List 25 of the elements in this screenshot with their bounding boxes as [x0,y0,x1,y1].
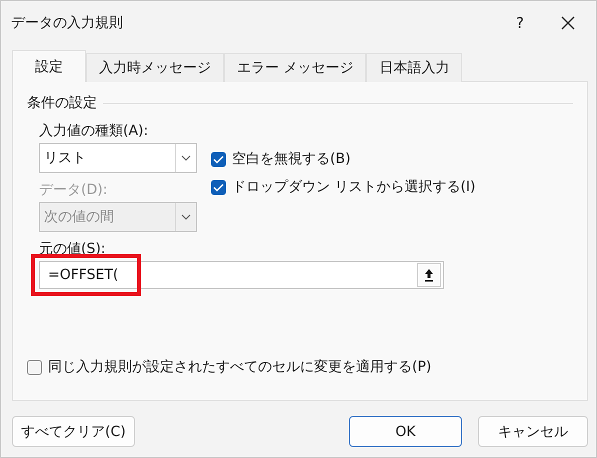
tab[interactable]: エラー メッセージ [224,53,366,82]
dialog-button[interactable]: キャンセル [478,416,588,447]
checkbox-label: 空白を無視する(B) [232,150,351,168]
checkbox[interactable] [27,360,42,374]
field-label: データ(D): [39,181,108,199]
tab[interactable]: 入力時メッセージ [86,53,224,82]
source-field[interactable]: =OFFSET( [39,261,444,289]
checkbox-label: 同じ入力規則が設定されたすべてのセルに変更を適用する(P) [48,358,432,376]
range-select-button[interactable] [417,263,441,287]
close-icon [561,16,575,30]
checkbox[interactable] [211,180,226,194]
help-button[interactable]: ? [500,14,540,32]
tab[interactable]: 設定 [12,50,86,82]
field-label: 入力値の種類(A): [39,122,150,140]
dialog-button[interactable]: すべてクリア(C) [12,416,135,447]
window-title: データの入力規則 [11,14,124,32]
checkbox-label: ドロップダウン リストから選択する(I) [232,178,476,196]
upload-arrow-icon [424,268,434,282]
ok-button[interactable]: OK [349,416,462,447]
checkbox[interactable] [211,152,226,166]
group-title: 条件の設定 [27,94,97,112]
dropdown[interactable]: リスト [39,143,197,173]
chevron-down-icon [181,214,191,220]
tab[interactable]: 日本語入力 [366,53,462,82]
chevron-down-icon [181,155,191,161]
